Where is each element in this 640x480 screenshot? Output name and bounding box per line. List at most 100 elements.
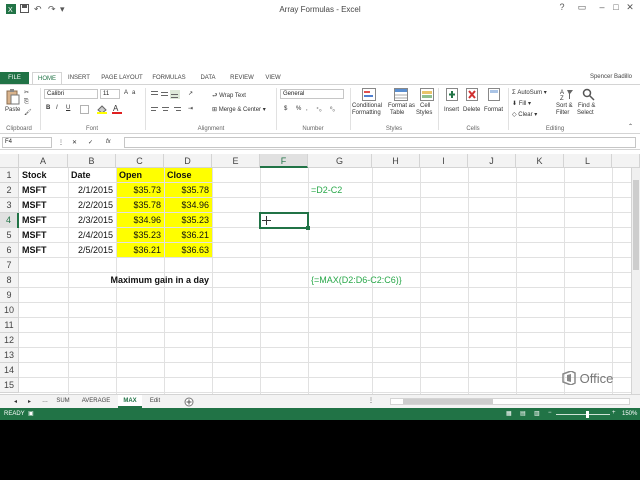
insert-label[interactable]: Insert: [444, 107, 459, 113]
cell-d5[interactable]: $36.21: [164, 228, 212, 243]
tab-home[interactable]: HOME: [32, 72, 62, 84]
wrap-text-button[interactable]: ⮐ Wrap Text: [212, 91, 246, 101]
underline-button[interactable]: U: [66, 105, 70, 111]
tab-page-layout[interactable]: PAGE LAYOUT: [98, 72, 146, 84]
row-header-1[interactable]: 1: [0, 168, 19, 183]
row-header-14[interactable]: 14: [0, 363, 19, 378]
close-icon[interactable]: ✕: [620, 2, 640, 14]
horizontal-scrollbar[interactable]: [390, 398, 630, 405]
tab-formulas[interactable]: FORMULAS: [150, 72, 188, 84]
font-size-select[interactable]: 11: [100, 89, 120, 99]
insert-cells-icon[interactable]: [446, 88, 458, 103]
name-box[interactable]: F4: [2, 137, 52, 148]
col-header-e[interactable]: E: [212, 154, 260, 168]
sheet-tab-average[interactable]: AVERAGE: [78, 395, 114, 408]
collapse-ribbon-icon[interactable]: ⌃: [628, 123, 633, 130]
row-header-11[interactable]: 11: [0, 318, 19, 333]
row-header-9[interactable]: 9: [0, 288, 19, 303]
cell-c6[interactable]: $36.21: [116, 243, 164, 258]
vertical-scroll-thumb[interactable]: [633, 180, 639, 270]
col-header-j[interactable]: J: [468, 154, 516, 168]
find-select-icon[interactable]: [582, 88, 595, 103]
normal-view-icon[interactable]: ▦: [506, 410, 512, 417]
cell-g8[interactable]: {=MAX(D2:D6-C2:C6)}: [308, 273, 418, 288]
row-header-4[interactable]: 4: [0, 213, 19, 228]
font-color-icon[interactable]: A: [112, 104, 122, 116]
comma-button[interactable]: ,: [306, 106, 308, 112]
zoom-out-icon[interactable]: −: [548, 410, 552, 416]
autosum-button[interactable]: Σ AutoSum ▾: [512, 89, 547, 96]
indent-icon[interactable]: ⇥: [188, 105, 193, 112]
clear-button[interactable]: ◇ Clear ▾: [512, 111, 537, 118]
cell-b6[interactable]: 2/5/2015: [68, 243, 116, 258]
cell-b4[interactable]: 2/3/2015: [68, 213, 116, 228]
cell-c1[interactable]: Open: [116, 168, 164, 183]
sheet-tab-sum[interactable]: SUM: [52, 395, 74, 408]
delete-cells-icon[interactable]: [466, 88, 478, 103]
col-header-f[interactable]: F: [260, 154, 308, 168]
sort-filter-icon[interactable]: AZ: [560, 88, 574, 103]
cell-b5[interactable]: 2/4/2015: [68, 228, 116, 243]
cell-d2[interactable]: $35.78: [164, 183, 212, 198]
insert-function-icon[interactable]: fx: [106, 139, 111, 145]
cell-a2[interactable]: MSFT: [19, 183, 68, 198]
find-select-label2[interactable]: Select: [577, 110, 594, 116]
currency-button[interactable]: $: [284, 106, 287, 112]
col-header-i[interactable]: I: [420, 154, 468, 168]
cell-a4[interactable]: MSFT: [19, 213, 68, 228]
merge-center-button[interactable]: ⊞ Merge & Center ▾: [212, 106, 266, 113]
row-header-3[interactable]: 3: [0, 198, 19, 213]
col-header-k[interactable]: K: [516, 154, 564, 168]
format-label[interactable]: Format: [484, 107, 503, 113]
prev-sheet-icon[interactable]: ◂: [14, 398, 17, 405]
formula-input[interactable]: [124, 137, 636, 148]
ribbon-display-icon[interactable]: ▭: [572, 2, 592, 14]
tab-data[interactable]: DATA: [194, 72, 222, 84]
tab-file[interactable]: FILE: [0, 72, 29, 84]
col-header-g[interactable]: G: [308, 154, 372, 168]
col-header-h[interactable]: H: [372, 154, 420, 168]
format-cells-icon[interactable]: [488, 88, 500, 103]
italic-button[interactable]: I: [56, 105, 58, 111]
decrease-decimal-icon[interactable]: ⁰₀: [330, 106, 335, 113]
shrink-font-icon[interactable]: a: [132, 90, 135, 96]
align-left-icon[interactable]: [150, 106, 184, 117]
zoom-level[interactable]: 150%: [622, 411, 637, 417]
help-icon[interactable]: ?: [552, 2, 572, 14]
cell-d6[interactable]: $36.63: [164, 243, 212, 258]
tab-insert[interactable]: INSERT: [64, 72, 94, 84]
tab-review[interactable]: REVIEW: [226, 72, 258, 84]
col-header-a[interactable]: A: [19, 154, 68, 168]
cell-d4[interactable]: $35.23: [164, 213, 212, 228]
percent-button[interactable]: %: [296, 106, 301, 112]
paste-icon[interactable]: [6, 89, 20, 107]
format-as-table-label2[interactable]: Table: [390, 110, 404, 116]
col-header-m[interactable]: [612, 154, 640, 168]
user-name[interactable]: Spencer Badillo: [590, 74, 632, 80]
row-header-12[interactable]: 12: [0, 333, 19, 348]
font-name-select[interactable]: Calibri: [44, 89, 98, 99]
number-format-select[interactable]: General: [280, 89, 344, 99]
cell-g2[interactable]: =D2-C2: [308, 183, 372, 198]
borders-icon[interactable]: [80, 105, 89, 116]
conditional-formatting-label2[interactable]: Formatting: [352, 110, 381, 116]
sort-filter-label[interactable]: Sort &: [556, 103, 573, 109]
cut-icon[interactable]: ✂: [24, 89, 29, 96]
row-header-8[interactable]: 8: [0, 273, 19, 288]
conditional-formatting-icon[interactable]: [362, 88, 376, 103]
zoom-slider-thumb[interactable]: [586, 411, 589, 418]
top-align-icon[interactable]: [150, 90, 180, 101]
vertical-scrollbar[interactable]: [631, 168, 640, 394]
tab-view[interactable]: VIEW: [260, 72, 286, 84]
worksheet-grid[interactable]: A B C D E F G H I J K L 1 2 3 4 5 6 7 8 …: [0, 154, 640, 394]
fill-handle[interactable]: [306, 226, 310, 230]
row-header-6[interactable]: 6: [0, 243, 19, 258]
row-header-7[interactable]: 7: [0, 258, 19, 273]
row-header-10[interactable]: 10: [0, 303, 19, 318]
enter-icon[interactable]: ✓: [88, 139, 93, 146]
page-break-view-icon[interactable]: ▥: [534, 410, 540, 417]
sort-filter-label2[interactable]: Filter: [556, 110, 569, 116]
cell-c3[interactable]: $35.78: [116, 198, 164, 213]
cell-b2[interactable]: 2/1/2015: [68, 183, 116, 198]
cell-styles-label[interactable]: Cell: [420, 103, 430, 109]
